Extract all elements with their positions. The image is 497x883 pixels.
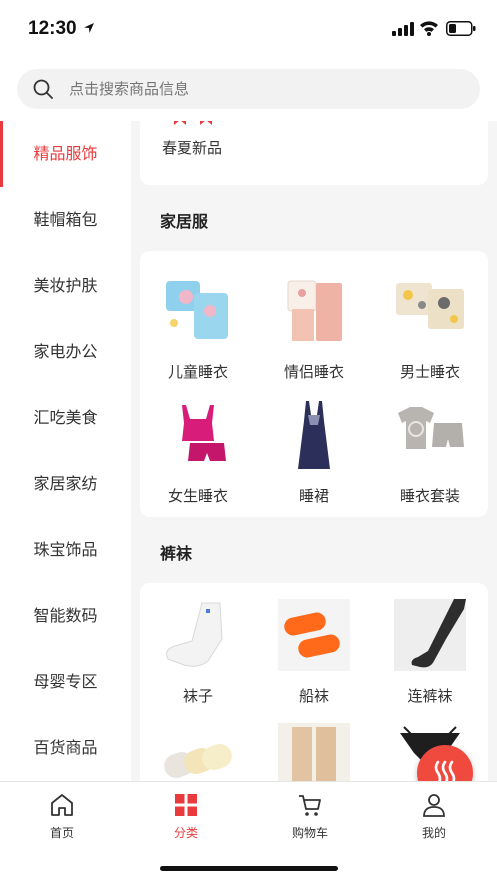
grid-item-couple-pajamas[interactable]: 情侣睡衣 xyxy=(264,275,364,382)
grid-item-label: 女生睡衣 xyxy=(167,487,228,505)
sidebar-item-label: 精品服饰 xyxy=(33,144,98,163)
sidebar-item-label: 智能数码 xyxy=(33,606,98,625)
sidebar-item-shoes-bags[interactable]: 鞋帽箱包 xyxy=(0,187,131,253)
sidebar-item-general[interactable]: 百货商品 xyxy=(0,715,131,781)
category-icon xyxy=(175,794,197,816)
search-icon xyxy=(33,79,53,99)
pantyhose-image xyxy=(394,599,466,671)
sidebar-item-label: 美妆护肤 xyxy=(33,276,98,295)
sidebar-item-beauty[interactable]: 美妆护肤 xyxy=(0,253,131,319)
sidebar-item-baby[interactable]: 母婴专区 xyxy=(0,649,131,715)
sidebar-item-label: 家居家纺 xyxy=(33,474,98,493)
grid-item-womens-pajamas[interactable]: 女生睡衣 xyxy=(148,399,248,506)
grid-item-label: 睡衣套装 xyxy=(399,487,460,505)
category-sidebar: 精品服饰 鞋帽箱包 美妆护肤 家电办公 汇吃美食 家居家纺 珠宝饰品 智能数码 … xyxy=(0,121,131,781)
grid-item-label: 情侣睡衣 xyxy=(283,363,344,381)
sidebar-item-jewelry[interactable]: 珠宝饰品 xyxy=(0,517,131,583)
grid-item-socks[interactable]: 袜子 xyxy=(148,599,248,706)
battery-icon xyxy=(446,21,476,36)
homewear-card: 儿童睡衣 情侣睡衣 男士睡衣 女生睡衣 睡裙 睡衣套装 xyxy=(140,251,488,517)
sidebar-item-label: 家电办公 xyxy=(33,342,98,361)
womens-pajama-image xyxy=(182,405,226,461)
search-input[interactable] xyxy=(69,69,449,109)
home-indicator xyxy=(160,866,338,871)
grid-item-pajama-set[interactable]: 睡衣套装 xyxy=(380,399,480,506)
sidebar-item-label: 鞋帽箱包 xyxy=(33,210,98,229)
mens-pajama-image xyxy=(396,283,464,329)
sidebar-item-label: 珠宝饰品 xyxy=(33,540,98,559)
cart-icon xyxy=(299,795,321,816)
grid-item-label: 袜子 xyxy=(182,687,213,705)
couple-pajama-image xyxy=(287,280,342,341)
grid-item-nightgown[interactable]: 睡裙 xyxy=(264,399,364,506)
tab-cart[interactable]: 购物车 xyxy=(270,792,350,841)
sidebar-item-digital[interactable]: 智能数码 xyxy=(0,583,131,649)
grid-item-label: 船袜 xyxy=(298,687,329,705)
kids-pajama-image xyxy=(166,281,228,339)
grid-item-mens-pajamas[interactable]: 男士睡衣 xyxy=(380,275,480,382)
search-bar[interactable] xyxy=(17,69,480,109)
boat-sock-image xyxy=(278,599,350,671)
grid-item-no-show-socks[interactable] xyxy=(148,723,248,781)
sidebar-item-home-textiles[interactable]: 家居家纺 xyxy=(0,451,131,517)
sidebar-item-clothing[interactable]: 精品服饰 xyxy=(0,121,131,187)
new-arrivals-image xyxy=(174,121,212,125)
grid-item-tights[interactable] xyxy=(264,723,364,781)
location-arrow-icon xyxy=(84,23,94,33)
sidebar-item-label: 百货商品 xyxy=(33,738,98,757)
grid-item-kids-pajamas[interactable]: 儿童睡衣 xyxy=(148,275,248,382)
pajama-set-image xyxy=(398,407,464,449)
grid-item-label: 睡裙 xyxy=(298,487,329,505)
user-icon xyxy=(423,794,445,817)
sidebar-item-food[interactable]: 汇吃美食 xyxy=(0,385,131,451)
cellular-signal-icon xyxy=(392,22,414,36)
tights-image xyxy=(278,723,350,781)
sidebar-item-appliances[interactable]: 家电办公 xyxy=(0,319,131,385)
tab-category[interactable]: 分类 xyxy=(146,792,226,841)
status-time: 12:30 xyxy=(28,18,77,39)
no-show-socks-image xyxy=(164,743,232,779)
home-icon xyxy=(51,794,73,816)
tab-home[interactable]: 首页 xyxy=(22,792,102,841)
sidebar-item-label: 汇吃美食 xyxy=(33,408,98,427)
grid-item-new-arrivals[interactable]: 春夏新品 xyxy=(142,121,242,158)
tab-label: 购物车 xyxy=(291,826,328,840)
nightgown-image xyxy=(298,401,330,469)
grid-item-label: 儿童睡衣 xyxy=(167,363,228,381)
sidebar-item-label: 母婴专区 xyxy=(33,672,98,691)
tab-profile[interactable]: 我的 xyxy=(394,792,474,841)
tab-label: 首页 xyxy=(49,826,74,840)
tab-label: 我的 xyxy=(421,826,446,840)
section-title-homewear: 家居服 xyxy=(160,212,209,231)
status-bar: 12:30 xyxy=(0,0,497,60)
category-content: 春夏新品 家居服 儿童睡衣 情侣睡衣 男士睡衣 女生睡衣 睡裙 睡衣套装 裤袜 … xyxy=(131,121,497,781)
tab-label: 分类 xyxy=(173,826,198,840)
grid-item-label: 男士睡衣 xyxy=(399,363,460,381)
grid-item-pantyhose[interactable]: 连裤袜 xyxy=(380,599,480,706)
sock-image xyxy=(166,602,223,667)
grid-item-boat-socks[interactable]: 船袜 xyxy=(264,599,364,706)
grid-item-label: 春夏新品 xyxy=(161,139,222,157)
wifi-icon xyxy=(420,21,438,36)
grid-item-label: 连裤袜 xyxy=(407,687,453,705)
section-title-socks: 裤袜 xyxy=(160,544,193,563)
new-arrivals-card: 春夏新品 xyxy=(140,121,488,185)
